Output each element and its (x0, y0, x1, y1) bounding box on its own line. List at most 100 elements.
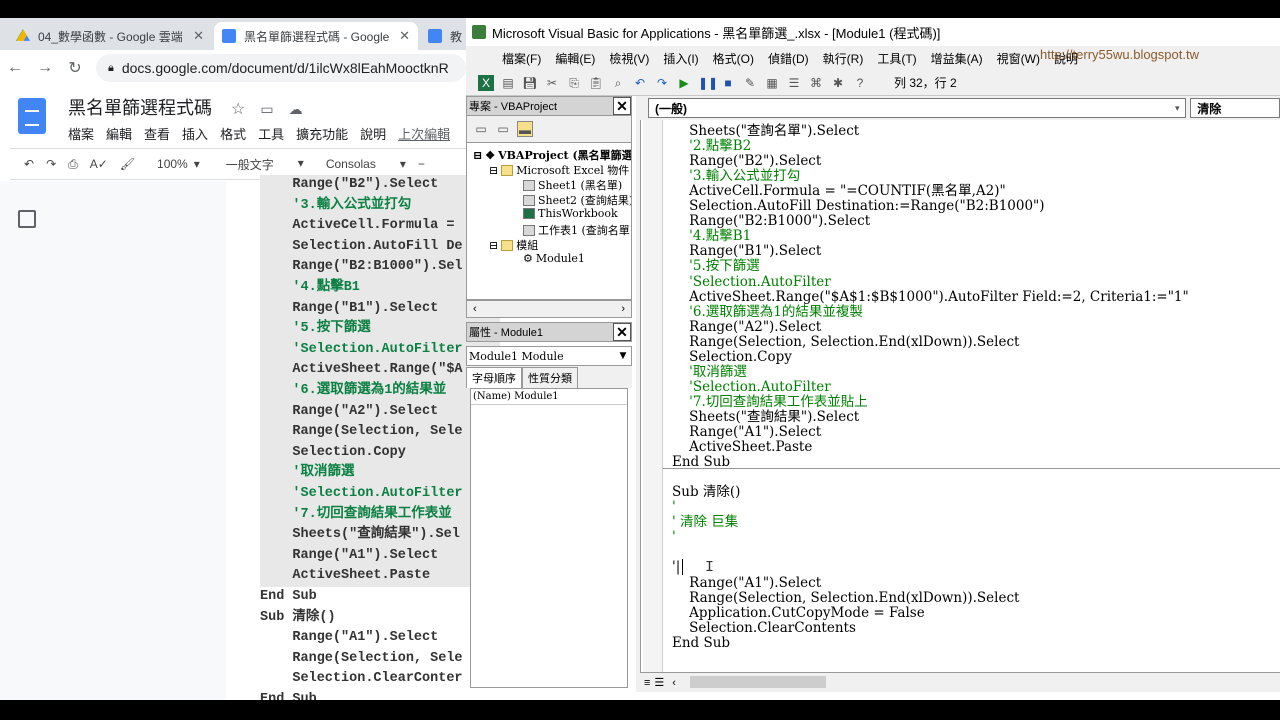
view-object-icon[interactable]: ▭ (495, 121, 511, 137)
help-icon[interactable]: ? (852, 75, 868, 91)
back-icon[interactable]: ← (0, 59, 30, 77)
menu-file[interactable]: 檔案(F) (502, 50, 541, 67)
tree-node-sheet2[interactable]: Sheet2 (查詢結果) (523, 192, 631, 208)
toolbox-icon[interactable]: ✱ (830, 75, 846, 91)
code-line: Range("B2").Select (672, 153, 822, 170)
font-select[interactable]: Consolas ▾ (326, 157, 406, 171)
find-icon[interactable]: ⌕ (610, 75, 626, 91)
vba-title-bar: Microsoft Visual Basic for Applications … (466, 18, 1280, 46)
docs-logo-icon[interactable] (18, 98, 46, 134)
tree-node-sheet3[interactable]: 工作表1 (查詢名單 (523, 222, 630, 238)
print-icon[interactable]: ⎙ (68, 157, 78, 172)
menu-insert[interactable]: 插入(I) (663, 50, 698, 67)
menu-view[interactable]: 檢視(V) (609, 50, 649, 67)
property-row-name[interactable]: (Name) Module1 (471, 389, 627, 405)
design-mode-icon[interactable]: ✎ (742, 75, 758, 91)
tree-node-module1[interactable]: ⚙ Module1 (523, 252, 585, 265)
menu-tools[interactable]: 工具(T) (877, 50, 916, 67)
project-hscrollbar[interactable]: ‹ › (466, 300, 632, 318)
style-select[interactable]: 一般文字 ▾ (226, 156, 304, 173)
scroll-left-icon[interactable]: ‹ (473, 303, 477, 315)
menu-insert[interactable]: 插入 (182, 124, 208, 143)
insert-userform-icon[interactable]: ▤ (500, 75, 516, 91)
paste-icon[interactable]: 📋︎ (588, 75, 604, 91)
tab-alphabetic[interactable]: 字母順序 (466, 367, 522, 388)
object-combobox[interactable]: (一般) ▾ (648, 98, 1187, 118)
tree-node-sheet1[interactable]: Sheet1 (黑名單) (523, 177, 622, 193)
redo-icon[interactable]: ↷ (46, 157, 56, 171)
forward-icon[interactable]: → (30, 59, 60, 77)
browser-tab-third[interactable]: 教 (420, 22, 466, 50)
menu-format[interactable]: 格式(O) (713, 50, 754, 67)
browser-tab-drive[interactable]: 04_數學函數 - Google 雲端 ✕ (8, 22, 212, 50)
redo-icon[interactable]: ↷ (654, 75, 670, 91)
full-module-view-icon[interactable]: ☰ (654, 676, 664, 689)
run-icon[interactable]: ▶ (676, 75, 692, 91)
project-explorer-icon[interactable]: ▦ (764, 75, 780, 91)
star-icon[interactable]: ☆ (231, 101, 245, 118)
reload-icon[interactable]: ↻ (60, 58, 90, 78)
chevron-down-icon: ▾ (1175, 102, 1180, 113)
tree-node-excel-objects[interactable]: ⊟ Microsoft Excel 物件 (489, 162, 629, 178)
zoom-select[interactable]: 100% ▾ (157, 157, 200, 171)
document-title[interactable]: 黑名單篩選程式碼 ☆ ▭ ☁ (68, 94, 303, 120)
tree-node-thisworkbook[interactable]: ThisWorkbook (523, 207, 618, 220)
menu-help[interactable]: 說明 (360, 124, 386, 143)
tree-node-vbaproject[interactable]: ⊟ ❖ VBAProject (黑名單篩選 (473, 147, 631, 163)
document-page[interactable]: Range("B2").Select '3.輸入公式並打勾 ActiveCell… (226, 175, 500, 707)
close-icon[interactable]: ✕ (613, 323, 631, 341)
worksheet-icon (523, 224, 535, 236)
undo-icon[interactable]: ↶ (24, 157, 34, 171)
menu-run[interactable]: 執行(R) (823, 50, 864, 67)
menu-view[interactable]: 查看 (144, 124, 170, 143)
cut-icon[interactable]: ✂ (544, 75, 560, 91)
code-comment-line: ' (672, 499, 676, 516)
properties-object-select[interactable]: Module1 Module ▼ (466, 346, 632, 366)
excel-icon[interactable]: X (478, 74, 494, 91)
close-icon[interactable]: ✕ (399, 28, 410, 44)
menu-addins[interactable]: 增益集(A) (931, 50, 983, 67)
tree-node-modules[interactable]: ⊟ 模組 (489, 237, 538, 253)
code-margin[interactable] (643, 120, 663, 672)
cloud-status-icon[interactable]: ☁ (289, 101, 303, 117)
menu-extensions[interactable]: 擴充功能 (296, 124, 348, 143)
outline-icon[interactable] (18, 210, 36, 228)
view-code-icon[interactable]: ▭ (473, 121, 489, 137)
procedure-combobox[interactable]: 清除 (1190, 98, 1280, 118)
code-comment-line: ' 清除 巨集 (672, 514, 739, 531)
workbook-icon (523, 208, 535, 219)
spellcheck-icon[interactable]: A✓ (90, 157, 108, 171)
paint-format-icon[interactable]: 🖌︎ (120, 157, 135, 171)
code-comment-line: 'Selection.AutoFilter (672, 273, 831, 290)
docs-menu-bar: 檔案 編輯 查看 插入 格式 工具 擴充功能 說明 上次編輯 (68, 124, 450, 143)
last-edit-link[interactable]: 上次編輯 (398, 124, 450, 143)
scroll-right-icon[interactable]: › (621, 303, 625, 315)
procedure-view-icon[interactable]: ≡ (644, 677, 650, 689)
stop-icon[interactable]: ■ (720, 75, 736, 91)
properties-icon[interactable]: ☰ (786, 75, 802, 91)
toggle-folders-icon[interactable]: ▬ (517, 121, 533, 137)
tree-node-label: Module1 (535, 252, 585, 265)
close-icon[interactable]: ✕ (613, 97, 631, 115)
menu-debug[interactable]: 偵錯(D) (768, 50, 809, 67)
font-size-decrease-icon[interactable]: − (418, 157, 425, 171)
url-input[interactable]: 🔒︎ docs.google.com/document/d/1ilcWx8lEa… (96, 54, 466, 82)
code-hscroll-thumb[interactable] (690, 676, 826, 688)
menu-window[interactable]: 視窗(W) (997, 50, 1040, 67)
move-folder-icon[interactable]: ▭ (260, 101, 273, 117)
pause-icon[interactable]: ❚❚ (698, 75, 718, 91)
scroll-left-icon[interactable]: ‹ (672, 677, 676, 689)
object-browser-icon[interactable]: ⌘ (808, 75, 824, 91)
procedure-combobox-value: 清除 (1197, 101, 1222, 116)
close-icon[interactable]: ✕ (193, 28, 204, 44)
menu-edit[interactable]: 編輯 (106, 124, 132, 143)
save-icon[interactable]: 💾︎ (522, 75, 538, 91)
menu-tools[interactable]: 工具 (258, 124, 284, 143)
copy-icon[interactable]: ⎘ (566, 75, 582, 91)
menu-format[interactable]: 格式 (220, 124, 246, 143)
menu-edit[interactable]: 編輯(E) (555, 50, 595, 67)
tab-categorized[interactable]: 性質分類 (522, 367, 578, 388)
browser-tab-docs[interactable]: 黑名單篩選程式碼 - Google ✕ (214, 22, 418, 50)
undo-icon[interactable]: ↶ (632, 75, 648, 91)
menu-file[interactable]: 檔案 (68, 124, 94, 143)
